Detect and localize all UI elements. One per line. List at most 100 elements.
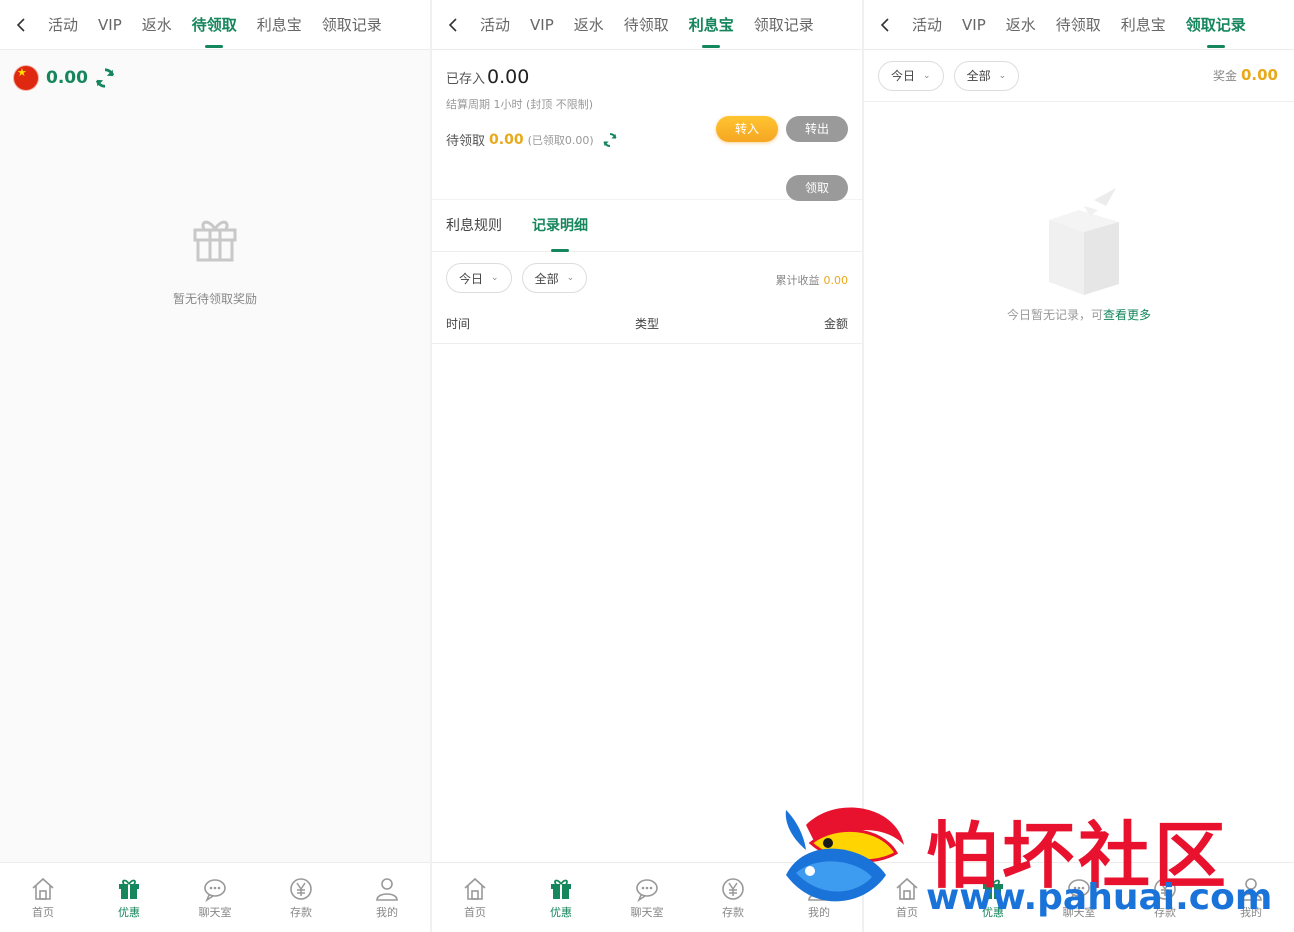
chevron-down-icon: ⌄ [566,273,575,283]
transfer-out-button[interactable]: 转出 [786,116,848,142]
bottom-item-home[interactable]: 首页 [13,876,73,920]
refresh-icon[interactable] [94,67,116,89]
home-icon [32,877,54,900]
bottom-item-promo[interactable]: 优惠 [99,876,159,920]
yen-icon [722,877,744,900]
bottom-label: 聊天室 [198,905,232,919]
bonus-label: 奖金 [1212,69,1237,83]
tab-interest[interactable]: 利息宝 [689,0,734,50]
tab-interest[interactable]: 利息宝 [1121,0,1166,50]
stored-row: 已存入 0.00 [446,66,848,88]
chevron-down-icon: ⌄ [998,70,1007,81]
refresh-icon[interactable] [602,132,618,148]
record-filters: 今日 ⌄ 全部 ⌄ 累计收益 0.00 [432,252,862,304]
fish-logo-icon [785,807,904,902]
tab-vip[interactable]: VIP [98,0,122,50]
bottom-label: 存款 [290,905,312,919]
tab-rebate[interactable]: 返水 [574,0,604,50]
chevron-down-icon: ⌄ [923,70,931,81]
claim-filters: 今日 ⌄ 全部 ⌄ 奖金 0.00 [864,50,1294,102]
back-button[interactable] [872,12,898,38]
home-icon [464,877,486,900]
day-filter[interactable]: 今日 ⌄ [446,263,512,293]
panel-pending-rewards: 活动 VIP 返水 待领取 利息宝 领取记录 0.00 [0,0,430,932]
claim-button[interactable]: 领取 [786,175,848,201]
tab-interest[interactable]: 利息宝 [257,0,302,50]
gift-icon [193,220,237,262]
tab-activity[interactable]: 活动 [480,0,510,50]
bottom-bar: 首页 优惠 聊天室 存款 我的 [0,862,430,932]
settlement-period: 结算周期 1小时 (封顶 不限制) [446,98,594,111]
empty-text-row: 今日暂无记录，可查看更多 [864,306,1294,323]
empty-state: 今日暂无记录，可查看更多 [864,180,1294,323]
bottom-item-deposit[interactable]: 存款 [271,876,331,920]
china-flag-icon [14,66,38,90]
subtab-rules[interactable]: 利息规则 [446,200,502,252]
day-filter-label: 今日 [891,69,916,83]
balance-value: 0.00 [46,68,88,88]
top-nav: 活动 VIP 返水 待领取 利息宝 领取记录 [432,0,862,50]
watermark: 怕坏社区 www.pahuai.com [776,795,1276,925]
col-time: 时间 [446,317,471,331]
stored-label: 已存入 [446,72,486,87]
subtab-records[interactable]: 记录明细 [532,200,588,252]
type-filter-label: 全部 [966,69,991,83]
view-more-link[interactable]: 查看更多 [1103,308,1151,322]
top-nav: 活动 VIP 返水 待领取 利息宝 领取记录 [0,0,430,50]
type-filter[interactable]: 全部 ⌄ [521,263,588,293]
watermark-url: www.pahuai.com [926,877,1273,918]
bonus-total: 奖金 0.00 [1213,66,1278,84]
bottom-label: 首页 [32,905,54,919]
chevron-left-icon [448,17,457,32]
empty-box-icon [1049,188,1119,295]
bottom-label: 存款 [722,905,744,919]
earn-label: 累计收益 [775,274,820,287]
tab-rebate[interactable]: 返水 [1006,0,1036,50]
chat-icon [204,878,226,902]
bottom-item-deposit[interactable]: 存款 [703,876,763,920]
bottom-label: 首页 [464,905,486,919]
tab-claim-records[interactable]: 领取记录 [754,0,814,50]
type-filter[interactable]: 全部 ⌄ [953,60,1020,91]
user-icon [376,877,398,901]
tab-activity[interactable]: 活动 [912,0,942,50]
tab-pending[interactable]: 待领取 [624,0,669,50]
interest-summary: 已存入 0.00 结算周期 1小时 (封顶 不限制) 待领取 0.00 (已领取0… [432,50,862,201]
type-filter-label: 全部 [534,271,559,286]
tab-pending[interactable]: 待领取 [192,0,237,50]
tab-rebate[interactable]: 返水 [142,0,172,50]
gift-icon [551,879,571,899]
screens: 活动 VIP 返水 待领取 利息宝 领取记录 0.00 [0,0,1294,932]
balance-row: 0.00 [0,50,430,106]
transfer-in-button[interactable]: 转入 [716,116,778,142]
panel-interest: 活动 VIP 返水 待领取 利息宝 领取记录 已存入 0.00 结算周期 1小时 … [432,0,862,932]
tab-claim-records[interactable]: 领取记录 [322,0,382,50]
panel-claim-records: 活动 VIP 返水 待领取 利息宝 领取记录 今日 ⌄ 全部 ⌄ 奖金 0.00 今日… [864,0,1294,932]
chevron-down-icon: ⌄ [491,273,499,283]
col-amount: 金额 [823,317,848,331]
pending-value: 0.00 [489,131,524,148]
bottom-item-chat[interactable]: 聊天室 [617,876,677,920]
bottom-item-promo[interactable]: 优惠 [531,876,591,920]
col-type: 类型 [634,317,659,331]
bottom-item-mine[interactable]: 我的 [357,876,417,920]
day-filter[interactable]: 今日 ⌄ [878,60,944,91]
tab-activity[interactable]: 活动 [48,0,78,50]
empty-text: 今日暂无记录，可 [1006,308,1103,322]
bottom-label: 我的 [376,905,398,919]
tab-pending[interactable]: 待领取 [1056,0,1101,50]
bottom-item-home[interactable]: 首页 [445,876,505,920]
pending-label: 待领取 [446,134,486,149]
back-button[interactable] [440,12,466,38]
day-filter-label: 今日 [459,271,484,286]
tab-claim-records[interactable]: 领取记录 [1186,0,1246,50]
tab-vip[interactable]: VIP [530,0,554,50]
back-button[interactable] [8,12,34,38]
pending-claimed: (已领取0.00) [527,133,594,147]
tab-vip[interactable]: VIP [962,0,986,50]
bottom-item-chat[interactable]: 聊天室 [185,876,245,920]
stored-value: 0.00 [487,66,530,88]
chevron-left-icon [16,17,25,32]
interest-subtabs: 利息规则 记录明细 [432,200,862,252]
earn-value: 0.00 [823,274,849,287]
